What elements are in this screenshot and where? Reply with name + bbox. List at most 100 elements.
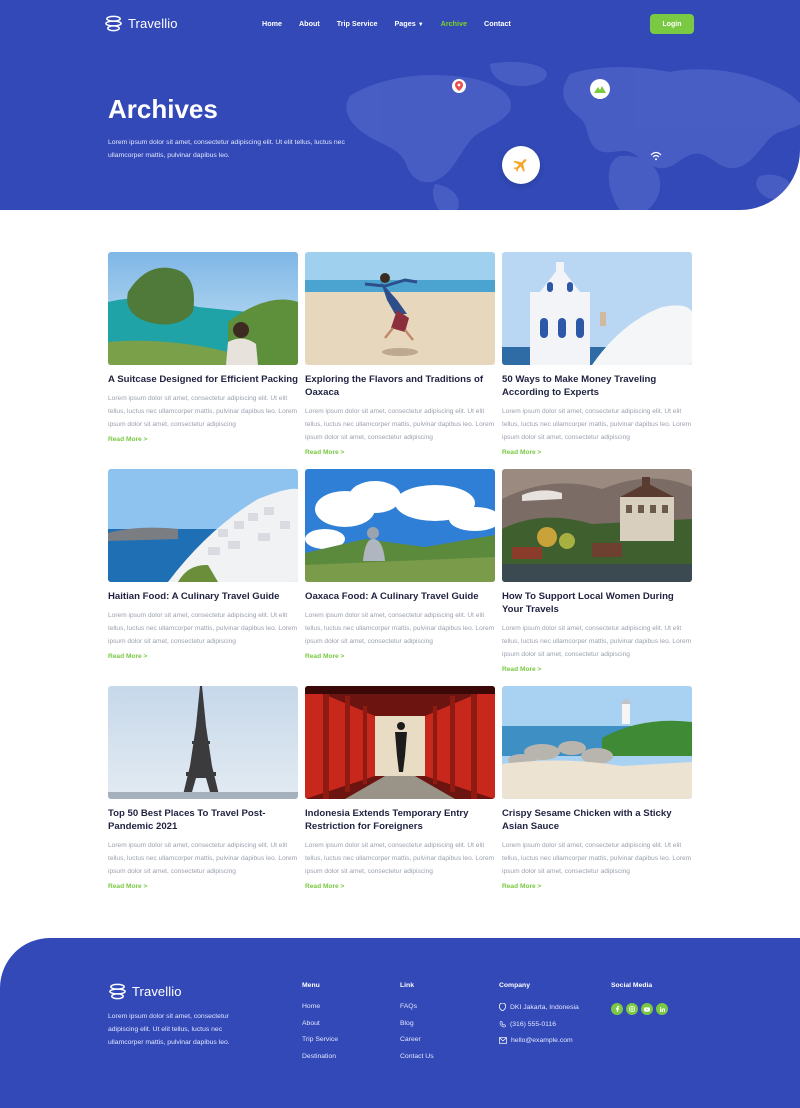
footer-brand-name: Travellio: [132, 984, 182, 999]
location-pin-icon: [499, 1003, 506, 1011]
post-excerpt: Lorem ipsum dolor sit amet, consectetur …: [305, 612, 495, 645]
nav-item-contact[interactable]: Contact: [484, 19, 511, 28]
post-excerpt: Lorem ipsum dolor sit amet, consectetur …: [305, 842, 495, 875]
brand-name: Travellio: [128, 16, 178, 31]
globe-logo-icon: [105, 15, 122, 32]
nav-item-about[interactable]: About: [299, 19, 320, 28]
footer-menu-column: Menu Home About Trip Service Destination: [302, 982, 338, 1069]
footer-link-destination[interactable]: Destination: [302, 1053, 338, 1060]
social-icons: [611, 1003, 668, 1015]
footer-phone-text: (316) 555-0116: [510, 1020, 556, 1028]
read-more-link[interactable]: Read More >: [305, 653, 495, 660]
post-thumbnail-rocky-shore[interactable]: [502, 686, 692, 799]
email-icon: [499, 1037, 507, 1044]
top-navigation: Travellio Home About Trip Service Pages ▼…: [0, 0, 800, 48]
post-thumbnail-torii-gates[interactable]: [305, 686, 495, 799]
instagram-icon[interactable]: [626, 1003, 638, 1015]
post-excerpt: Lorem ipsum dolor sit amet, consectetur …: [502, 842, 692, 875]
footer-about-text: Lorem ipsum dolor sit amet, consectetur …: [108, 1013, 230, 1046]
footer-phone[interactable]: (316) 555-0116: [499, 1021, 579, 1028]
post-thumbnail-white-church[interactable]: [502, 252, 692, 365]
post-card: Exploring the Flavors and Traditions of …: [305, 252, 495, 456]
site-footer: Travellio Lorem ipsum dolor sit amet, co…: [0, 938, 800, 1108]
nav-item-pages-label: Pages: [394, 19, 416, 28]
footer-link-home[interactable]: Home: [302, 1003, 338, 1010]
read-more-link[interactable]: Read More >: [502, 666, 692, 673]
wifi-icon: [648, 148, 664, 164]
read-more-link[interactable]: Read More >: [305, 449, 495, 456]
hero-subtitle: Lorem ipsum dolor sit amet, consectetur …: [108, 139, 345, 159]
post-thumbnail-lakeside-castle[interactable]: [502, 469, 692, 582]
post-excerpt: Lorem ipsum dolor sit amet, consectetur …: [108, 395, 298, 428]
footer-link-blog[interactable]: Blog: [400, 1020, 434, 1027]
post-title[interactable]: Oaxaca Food: A Culinary Travel Guide: [305, 590, 495, 603]
post-card: Oaxaca Food: A Culinary Travel Guide Lor…: [305, 469, 495, 660]
post-card: Haitian Food: A Culinary Travel Guide Lo…: [108, 469, 298, 660]
footer-link-heading: Link: [400, 982, 414, 989]
post-thumbnail-cliff-beach[interactable]: [108, 252, 298, 365]
read-more-link[interactable]: Read More >: [108, 883, 298, 890]
post-excerpt: Lorem ipsum dolor sit amet, consectetur …: [305, 408, 495, 441]
footer-company-heading: Company: [499, 982, 530, 989]
footer-email-text: hello@example.com: [511, 1037, 573, 1044]
nav-item-home[interactable]: Home: [262, 19, 282, 28]
nav-item-archive[interactable]: Archive: [441, 19, 467, 28]
footer-company-column: Company DKI Jakarta, Indonesia (316) 555…: [499, 982, 579, 1054]
hero-section: Travellio Home About Trip Service Pages ▼…: [0, 0, 800, 210]
footer-link-trip-service[interactable]: Trip Service: [302, 1036, 338, 1043]
post-card: Crispy Sesame Chicken with a Sticky Asia…: [502, 686, 692, 890]
footer-email[interactable]: hello@example.com: [499, 1037, 579, 1044]
footer-link-column: Link FAQs Blog Career Contact Us: [400, 982, 434, 1069]
location-pin-icon: [452, 79, 466, 93]
globe-logo-icon: [109, 983, 126, 1000]
footer-brand-logo[interactable]: Travellio: [108, 982, 182, 1001]
footer-link-career[interactable]: Career: [400, 1036, 434, 1043]
mountain-icon: [590, 79, 610, 99]
footer-social-column: Social Media: [611, 982, 668, 1015]
post-excerpt: Lorem ipsum dolor sit amet, consectetur …: [502, 408, 692, 441]
post-thumbnail-santorini[interactable]: [108, 469, 298, 582]
post-thumbnail-eiffel-tower[interactable]: [108, 686, 298, 799]
footer-link-faqs[interactable]: FAQs: [400, 1003, 434, 1010]
post-thumbnail-beach-jump[interactable]: [305, 252, 495, 365]
post-title[interactable]: Top 50 Best Places To Travel Post-Pandem…: [108, 807, 298, 833]
read-more-link[interactable]: Read More >: [108, 653, 298, 660]
read-more-link[interactable]: Read More >: [108, 436, 298, 443]
post-excerpt: Lorem ipsum dolor sit amet, consectetur …: [502, 625, 692, 658]
airplane-icon: [502, 146, 540, 184]
login-button[interactable]: Login: [650, 14, 694, 34]
footer-link-about[interactable]: About: [302, 1020, 338, 1027]
post-excerpt: Lorem ipsum dolor sit amet, consectetur …: [108, 612, 298, 645]
read-more-link[interactable]: Read More >: [502, 883, 692, 890]
brand-logo[interactable]: Travellio: [104, 14, 178, 33]
post-title[interactable]: Indonesia Extends Temporary Entry Restri…: [305, 807, 495, 833]
post-title[interactable]: 50 Ways to Make Money Traveling Accordin…: [502, 373, 692, 399]
post-title[interactable]: A Suitcase Designed for Efficient Packin…: [108, 373, 298, 386]
footer-link-contact-us[interactable]: Contact Us: [400, 1053, 434, 1060]
read-more-link[interactable]: Read More >: [502, 449, 692, 456]
footer-address: DKI Jakarta, Indonesia: [499, 1003, 579, 1011]
nav-item-trip-service[interactable]: Trip Service: [337, 19, 378, 28]
world-map-graphic: [346, 62, 800, 210]
footer-social-heading: Social Media: [611, 982, 653, 989]
nav-item-pages[interactable]: Pages ▼: [395, 19, 424, 28]
post-excerpt: Lorem ipsum dolor sit amet, consectetur …: [108, 842, 298, 875]
youtube-icon[interactable]: [641, 1003, 653, 1015]
post-title[interactable]: Haitian Food: A Culinary Travel Guide: [108, 590, 298, 603]
post-card: How To Support Local Women During Your T…: [502, 469, 692, 673]
chevron-down-icon: ▼: [417, 22, 424, 28]
linkedin-icon[interactable]: [656, 1003, 668, 1015]
main-menu: Home About Trip Service Pages ▼ Archive C…: [262, 19, 528, 28]
post-title[interactable]: Crispy Sesame Chicken with a Sticky Asia…: [502, 807, 692, 833]
page-title: Archives: [108, 94, 218, 124]
read-more-link[interactable]: Read More >: [305, 883, 495, 890]
footer-menu-heading: Menu: [302, 982, 320, 989]
post-thumbnail-clouds-mountain[interactable]: [305, 469, 495, 582]
post-card: A Suitcase Designed for Efficient Packin…: [108, 252, 298, 443]
post-title[interactable]: How To Support Local Women During Your T…: [502, 590, 692, 616]
facebook-icon[interactable]: [611, 1003, 623, 1015]
post-card: 50 Ways to Make Money Traveling Accordin…: [502, 252, 692, 456]
post-card: Top 50 Best Places To Travel Post-Pandem…: [108, 686, 298, 890]
footer-address-text: DKI Jakarta, Indonesia: [510, 1003, 579, 1011]
post-title[interactable]: Exploring the Flavors and Traditions of …: [305, 373, 495, 399]
